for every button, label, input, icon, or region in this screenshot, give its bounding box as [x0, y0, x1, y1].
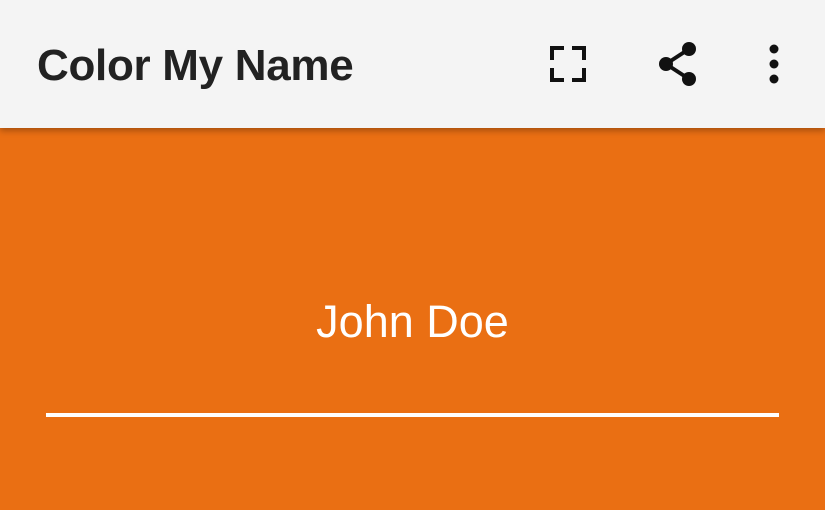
color-canvas: John Doe [0, 128, 825, 510]
fullscreen-icon [550, 46, 586, 82]
more-vert-icon [769, 44, 779, 84]
name-input[interactable]: John Doe [46, 280, 779, 420]
app-bar: Color My Name [0, 0, 825, 128]
name-text[interactable]: John Doe [46, 296, 779, 348]
share-button[interactable] [648, 34, 708, 94]
app-title: Color My Name [37, 41, 354, 90]
more-options-button[interactable] [744, 34, 804, 94]
share-icon [659, 42, 696, 86]
fullscreen-button[interactable] [538, 34, 598, 94]
name-input-underline [46, 413, 779, 417]
